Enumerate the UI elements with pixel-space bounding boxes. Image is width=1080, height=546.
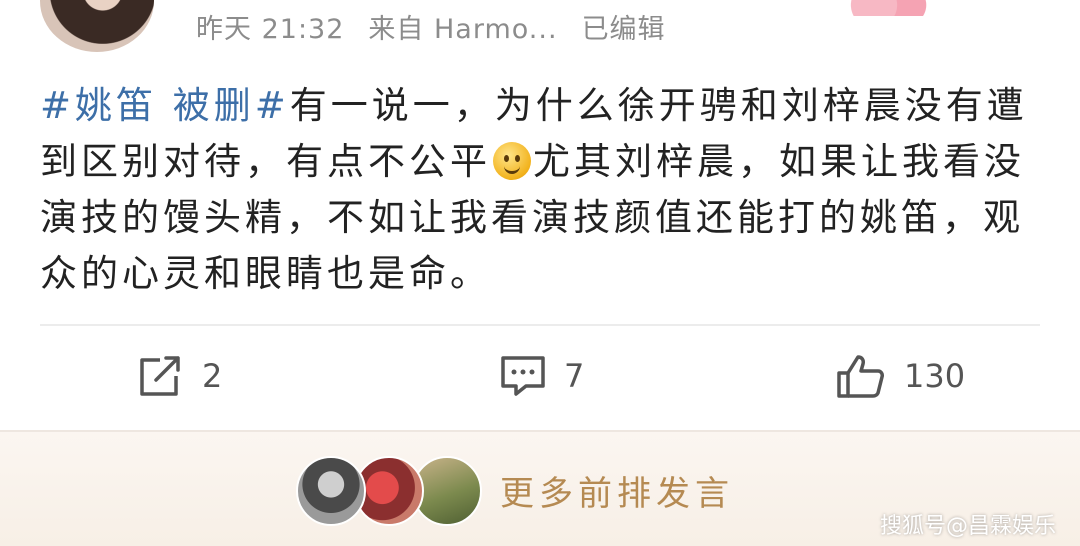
author-avatar[interactable] [40,0,154,52]
share-count: 2 [202,357,223,395]
more-comments-link[interactable]: 更多前排发言 [500,466,734,515]
commenter-avatar [296,456,366,526]
post-source[interactable]: 来自 Harmo... [368,7,557,46]
like-button[interactable]: 130 [836,352,965,400]
smile-emoji-icon [493,142,531,180]
share-icon [138,354,184,398]
like-count: 130 [904,357,966,395]
comment-icon [500,354,546,398]
divider [0,430,1080,432]
decoration-badge [850,0,930,16]
edited-label[interactable]: 已编辑 [582,7,666,46]
thumbs-up-icon [836,353,886,399]
comment-button[interactable]: 7 [500,352,584,400]
commenter-avatars[interactable] [296,456,496,526]
watermark: 搜狐号@昌霖娱乐 [879,514,1056,539]
comment-count: 7 [564,357,585,395]
post-body: #姚笛 被删#有一说一，为什么徐开骋和刘梓晨没有遭到区别对待，有点不公平 尤其刘梓… [40,78,1040,302]
divider [40,324,1040,326]
share-button[interactable]: 2 [138,352,222,400]
hashtag-link[interactable]: #姚笛 被删# [40,84,290,127]
post-meta: 昨天 21:32 来自 Harmo... 已编辑 [196,6,666,46]
post-time: 昨天 21:32 [196,13,345,45]
